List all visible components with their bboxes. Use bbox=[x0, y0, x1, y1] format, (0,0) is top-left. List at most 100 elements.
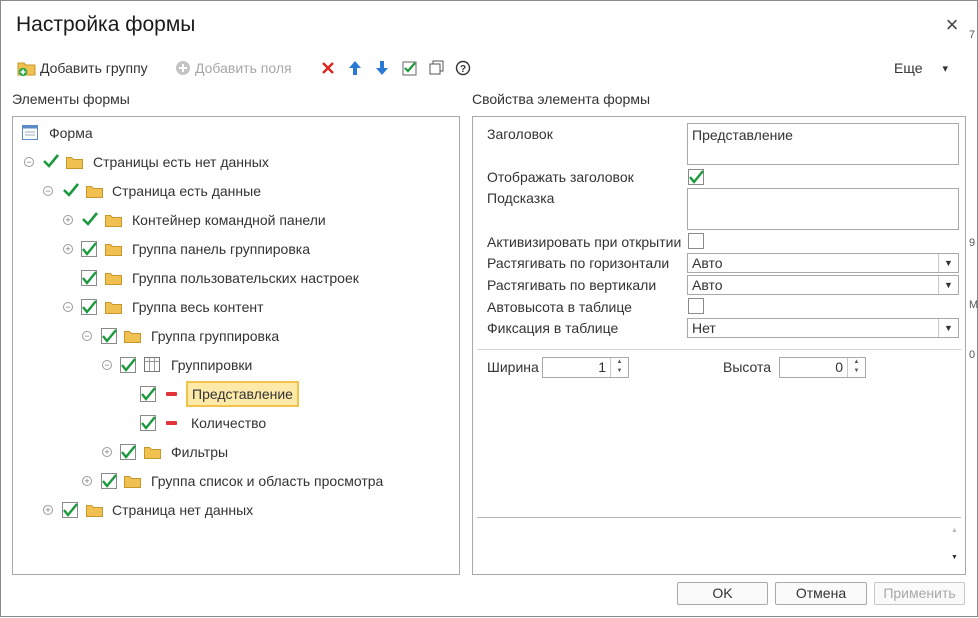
folder-icon bbox=[124, 476, 141, 488]
move-up-icon[interactable] bbox=[346, 59, 364, 77]
table-icon bbox=[144, 357, 160, 372]
checkbox[interactable] bbox=[120, 357, 136, 373]
add-group-button[interactable]: Добавить группу bbox=[17, 57, 148, 79]
tree-item[interactable]: − Страницы есть нет данных bbox=[13, 150, 459, 174]
ok-button[interactable]: OK bbox=[677, 582, 768, 605]
chevron-down-icon[interactable]: ▼ bbox=[938, 254, 958, 272]
tree-item-label: Страница есть данные bbox=[112, 183, 261, 199]
chevron-down-icon[interactable]: ▼ bbox=[938, 276, 958, 294]
checkbox[interactable] bbox=[81, 299, 97, 315]
tree-item[interactable]: − Группировки bbox=[13, 353, 459, 377]
scroll-down-icon[interactable]: ▼ bbox=[951, 554, 958, 561]
svg-text:?: ? bbox=[460, 64, 466, 75]
checkmark-icon bbox=[63, 503, 78, 517]
checkbox[interactable] bbox=[81, 270, 97, 286]
show-title-label: Отображать заголовок bbox=[487, 169, 634, 185]
tree-item[interactable]: − Страница есть данные bbox=[13, 179, 459, 203]
tree-item[interactable]: Количество bbox=[13, 411, 459, 435]
checkmark-icon[interactable] bbox=[62, 181, 80, 199]
width-field[interactable]: 1 ▲ ▼ bbox=[542, 357, 629, 378]
tree-item[interactable]: − Группа группировка bbox=[13, 324, 459, 348]
check-all-icon[interactable] bbox=[401, 59, 419, 77]
expand-icon[interactable]: + bbox=[82, 476, 92, 486]
help-icon[interactable]: ? bbox=[454, 59, 472, 77]
expand-icon[interactable]: + bbox=[63, 244, 73, 254]
spin-icon[interactable]: ▲ ▼ bbox=[847, 358, 865, 377]
checkbox[interactable] bbox=[62, 502, 78, 518]
title-field[interactable]: Представление bbox=[687, 123, 959, 165]
stretch-h-select[interactable]: Авто ▼ bbox=[687, 253, 959, 273]
add-group-label: Добавить группу bbox=[40, 60, 148, 76]
fix-value: Нет bbox=[692, 320, 716, 336]
checkmark-icon bbox=[121, 445, 136, 459]
height-value: 0 bbox=[835, 359, 843, 375]
chevron-down-icon: ▾ bbox=[942, 62, 949, 75]
tree-item-label: Страницы есть нет данных bbox=[93, 154, 269, 170]
checkbox[interactable] bbox=[140, 386, 156, 402]
apply-button[interactable]: Применить bbox=[874, 582, 965, 605]
field-icon bbox=[166, 421, 177, 425]
close-icon[interactable]: × bbox=[941, 14, 963, 36]
hint-field[interactable] bbox=[687, 188, 959, 230]
tree-item-selected[interactable]: Представление bbox=[13, 381, 459, 407]
tree-item-label: Страница нет данных bbox=[112, 502, 254, 518]
checkmark-icon bbox=[141, 387, 156, 401]
fix-select[interactable]: Нет ▼ bbox=[687, 318, 959, 338]
add-fields-label: Добавить поля bbox=[195, 60, 292, 76]
tree-item-form[interactable]: Форма bbox=[13, 121, 459, 145]
hint-label: Подсказка bbox=[487, 190, 555, 206]
copy-icon[interactable] bbox=[428, 59, 446, 77]
collapse-icon[interactable]: − bbox=[43, 186, 53, 196]
spin-icon[interactable]: ▲ ▼ bbox=[610, 358, 628, 377]
show-title-checkbox[interactable] bbox=[688, 169, 704, 185]
checkbox[interactable] bbox=[101, 328, 117, 344]
autoheight-checkbox[interactable] bbox=[688, 298, 704, 314]
tree-item[interactable]: Группа пользовательских настроек bbox=[13, 266, 459, 290]
activate-checkbox[interactable] bbox=[688, 233, 704, 249]
collapse-icon[interactable]: − bbox=[82, 331, 92, 341]
tree-item[interactable]: + Контейнер командной панели bbox=[13, 208, 459, 232]
checkmark-icon bbox=[82, 242, 97, 256]
scroll-up-icon[interactable]: ▲ bbox=[951, 527, 958, 534]
expand-icon[interactable]: + bbox=[43, 505, 53, 515]
folder-icon bbox=[86, 505, 103, 517]
tree-item[interactable]: + Группа список и область просмотра bbox=[13, 469, 459, 493]
expand-icon[interactable]: + bbox=[63, 215, 73, 225]
checkbox[interactable] bbox=[101, 473, 117, 489]
tree-item[interactable]: + Группа панель группировка bbox=[13, 237, 459, 261]
stretch-h-label: Растягивать по горизонтали bbox=[487, 255, 670, 271]
chevron-down-icon[interactable]: ▼ bbox=[938, 319, 958, 337]
divider bbox=[477, 349, 961, 350]
checkbox[interactable] bbox=[81, 241, 97, 257]
expand-icon[interactable]: + bbox=[102, 447, 112, 457]
width-value: 1 bbox=[598, 359, 606, 375]
height-field[interactable]: 0 ▲ ▼ bbox=[779, 357, 866, 378]
tree-item[interactable]: − Группа весь контент bbox=[13, 295, 459, 319]
field-icon bbox=[166, 392, 177, 396]
bg-text: 7 bbox=[969, 29, 976, 41]
delete-icon[interactable] bbox=[319, 59, 337, 77]
checkmark-icon[interactable] bbox=[81, 210, 99, 228]
checkbox[interactable] bbox=[140, 415, 156, 431]
divider bbox=[477, 517, 961, 518]
move-down-icon[interactable] bbox=[373, 59, 391, 77]
tree-item[interactable]: + Страница нет данных bbox=[13, 498, 459, 522]
more-menu-button[interactable]: Еще ▾ bbox=[894, 57, 948, 79]
stretch-v-select[interactable]: Авто ▼ bbox=[687, 275, 959, 295]
tree-panel-label: Элементы формы bbox=[12, 91, 130, 107]
tree-item-label: Форма bbox=[49, 125, 93, 141]
checkmark-icon[interactable] bbox=[42, 152, 60, 170]
tree-item-label: Представление bbox=[186, 381, 299, 407]
cancel-button[interactable]: Отмена bbox=[775, 582, 867, 605]
checkbox[interactable] bbox=[120, 444, 136, 460]
collapse-icon[interactable]: − bbox=[102, 360, 112, 370]
form-elements-tree[interactable]: Форма − Страницы есть нет данных − Стран… bbox=[12, 116, 460, 575]
background-window-edge: 7 9 M 0 bbox=[967, 1, 978, 618]
bg-text: M bbox=[969, 299, 978, 311]
tree-item-label: Количество bbox=[191, 415, 267, 431]
tree-item[interactable]: + Фильтры bbox=[13, 440, 459, 464]
collapse-icon[interactable]: − bbox=[24, 157, 34, 167]
folder-icon bbox=[105, 302, 122, 314]
collapse-icon[interactable]: − bbox=[63, 302, 73, 312]
add-fields-button[interactable]: Добавить поля bbox=[175, 57, 292, 79]
